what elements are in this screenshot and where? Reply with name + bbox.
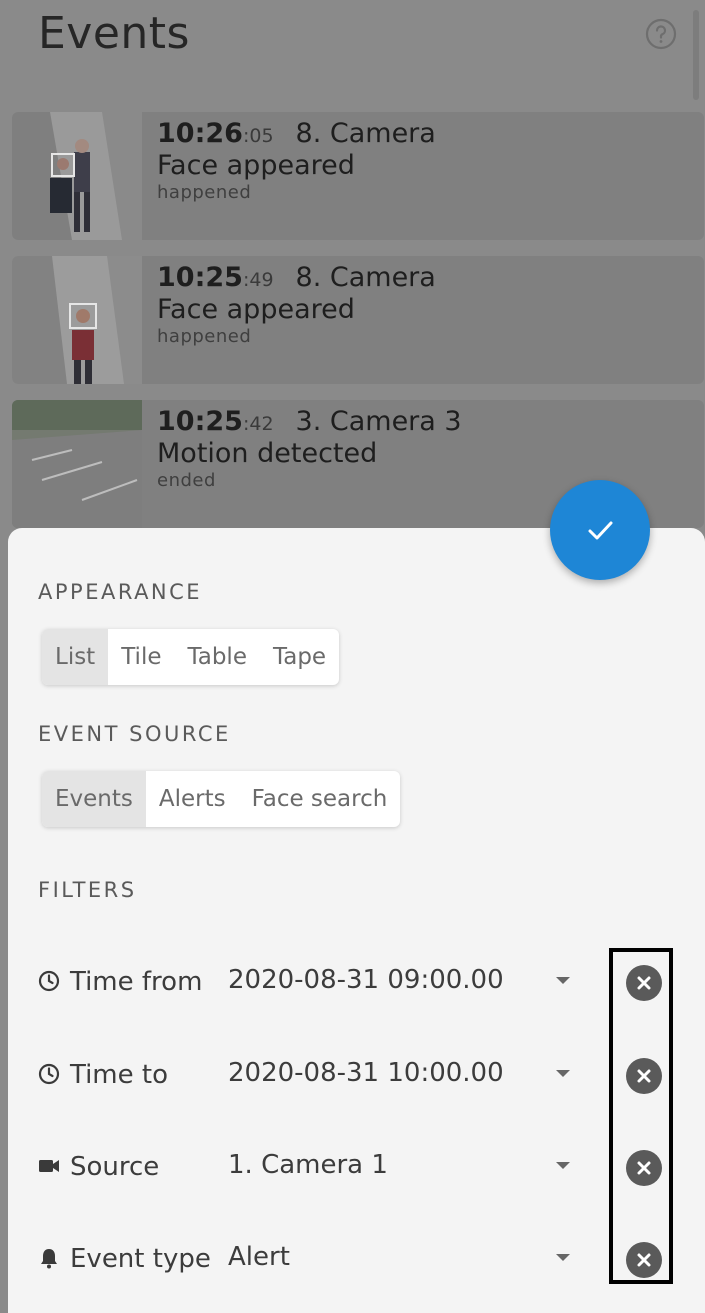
event-thumbnail: [12, 112, 142, 240]
scrollbar[interactable]: [693, 10, 699, 100]
filter-value-time-from[interactable]: 2020-08-31 09:00.00: [228, 965, 504, 995]
event-source-segmented-control: Events Alerts Face search: [42, 771, 401, 827]
event-camera: 3. Camera 3: [295, 406, 462, 437]
event-source-option-alerts[interactable]: Alerts: [146, 771, 239, 827]
event-status: ended: [157, 470, 216, 491]
help-circle-icon[interactable]: [645, 18, 677, 50]
apply-button[interactable]: [550, 480, 650, 580]
event-type: Face appeared: [157, 294, 355, 325]
checkmark-icon: [588, 521, 613, 540]
event-camera: 8. Camera: [295, 262, 436, 293]
dropdown-arrow-icon[interactable]: [556, 1162, 570, 1169]
clock-icon: [38, 1063, 60, 1085]
dropdown-arrow-icon[interactable]: [556, 1070, 570, 1077]
filter-row-source: Source 1. Camera 1: [38, 1140, 705, 1200]
clear-buttons-highlight: [609, 948, 673, 1284]
appearance-label: APPEARANCE: [38, 580, 203, 604]
event-source-label: EVENT SOURCE: [38, 722, 231, 746]
page-title: Events: [38, 8, 190, 59]
event-type: Motion detected: [157, 438, 378, 469]
event-camera: 8. Camera: [295, 118, 436, 149]
event-card[interactable]: 10:26:05 8. Camera Face appeared happened: [12, 112, 704, 240]
filters-label: FILTERS: [38, 878, 137, 902]
event-thumbnail: [12, 400, 142, 528]
event-time: 10:26:05 8. Camera: [157, 118, 436, 149]
filter-label: Time from: [70, 967, 203, 997]
event-status: happened: [157, 182, 252, 203]
event-status: happened: [157, 326, 252, 347]
event-time: 10:25:49 8. Camera: [157, 262, 436, 293]
bell-icon: [41, 1249, 57, 1269]
filter-row-time-to: Time to 2020-08-31 10:00.00: [38, 1048, 705, 1108]
video-camera-icon: [39, 1160, 59, 1172]
event-source-option-face-search[interactable]: Face search: [239, 771, 401, 827]
event-thumbnail: [12, 256, 142, 384]
appearance-segmented-control: List Tile Table Tape: [42, 629, 340, 685]
filter-label: Source: [70, 1152, 160, 1182]
dropdown-arrow-icon[interactable]: [556, 977, 570, 984]
filter-row-event-type: Event type Alert: [38, 1232, 705, 1292]
filter-label: Time to: [70, 1060, 168, 1090]
appearance-option-tape[interactable]: Tape: [260, 629, 339, 685]
event-source-option-events[interactable]: Events: [42, 771, 146, 827]
event-type: Face appeared: [157, 150, 355, 181]
event-time: 10:25:42 3. Camera 3: [157, 406, 462, 437]
filter-value-source[interactable]: 1. Camera 1: [228, 1150, 388, 1180]
appearance-option-tile[interactable]: Tile: [108, 629, 174, 685]
clock-icon: [38, 970, 60, 992]
filter-value-event-type[interactable]: Alert: [228, 1242, 290, 1272]
filter-row-time-from: Time from 2020-08-31 09:00.00: [38, 955, 705, 1015]
appearance-option-table[interactable]: Table: [175, 629, 260, 685]
dropdown-arrow-icon[interactable]: [556, 1254, 570, 1261]
filter-label: Event type: [70, 1244, 211, 1274]
filter-value-time-to[interactable]: 2020-08-31 10:00.00: [228, 1058, 504, 1088]
appearance-option-list[interactable]: List: [42, 629, 109, 685]
event-card[interactable]: 10:25:49 8. Camera Face appeared happened: [12, 256, 704, 384]
